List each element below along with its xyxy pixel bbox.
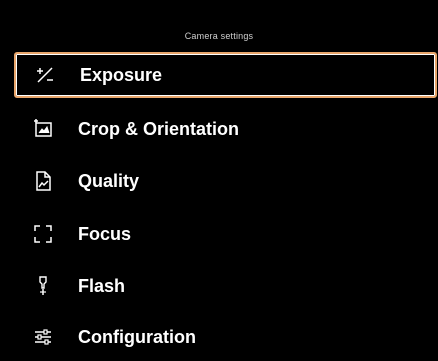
menu-item-label: Flash [78,275,126,296]
exposure-icon [34,64,56,86]
menu-item-label: Focus [78,223,132,244]
menu-item-exposure[interactable]: Exposure [14,52,437,98]
settings-menu: Exposure Crop & Orientation Quality Focu… [0,0,438,361]
menu-item-configuration[interactable]: Configuration [14,314,437,360]
menu-item-label: Crop & Orientation [78,118,239,139]
menu-item-quality[interactable]: Quality [14,158,437,204]
menu-item-focus[interactable]: Focus [14,211,437,257]
quality-icon [32,170,54,192]
flash-icon [32,275,54,297]
menu-item-label: Configuration [78,326,196,347]
menu-item-label: Quality [78,170,140,191]
menu-item-label: Exposure [80,64,163,85]
configuration-icon [32,326,54,348]
menu-item-flash[interactable]: Flash [14,263,437,309]
crop-orientation-icon [32,118,54,140]
focus-icon [32,223,54,245]
camera-settings-panel: Camera settings Exposure Crop & Orientat… [0,0,438,361]
menu-item-crop-orientation[interactable]: Crop & Orientation [14,106,437,152]
